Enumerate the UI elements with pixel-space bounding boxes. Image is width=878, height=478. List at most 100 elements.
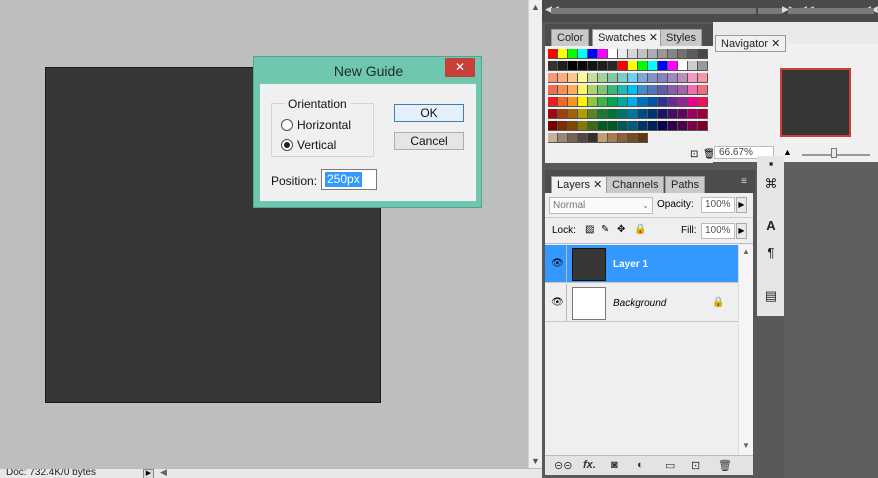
- scroll-left-icon[interactable]: ◀: [160, 469, 167, 478]
- scroll-up-icon[interactable]: ▲: [531, 2, 540, 12]
- swatch[interactable]: [628, 121, 638, 131]
- swatch[interactable]: [678, 109, 688, 119]
- swatch[interactable]: [648, 49, 658, 59]
- swatch[interactable]: [588, 133, 598, 143]
- swatch[interactable]: [658, 73, 668, 83]
- close-icon[interactable]: ✕: [771, 38, 780, 50]
- swatch[interactable]: [608, 61, 618, 71]
- link-icon[interactable]: ⊝⊝: [554, 459, 572, 472]
- swatch[interactable]: [648, 73, 658, 83]
- swatch[interactable]: [608, 133, 618, 143]
- swatch[interactable]: [648, 121, 658, 131]
- tab-layers[interactable]: Layers ✕: [551, 176, 609, 193]
- adjustment-icon[interactable]: ◐: [637, 459, 644, 471]
- swatch[interactable]: [568, 85, 578, 95]
- swatch[interactable]: [558, 97, 568, 107]
- swatch[interactable]: [598, 61, 608, 71]
- swatch[interactable]: [558, 73, 568, 83]
- swatch[interactable]: [588, 109, 598, 119]
- swatch[interactable]: [548, 85, 558, 95]
- swatch[interactable]: [678, 49, 688, 59]
- swatch[interactable]: [688, 73, 698, 83]
- swatch[interactable]: [688, 85, 698, 95]
- ok-button[interactable]: OK: [394, 104, 464, 122]
- actions-icon[interactable]: ⌘: [761, 176, 781, 194]
- swatch[interactable]: [648, 85, 658, 95]
- position-value[interactable]: 250px: [325, 172, 362, 187]
- swatch[interactable]: [548, 133, 558, 143]
- horizontal-radio[interactable]: [281, 119, 293, 131]
- type-icon[interactable]: A: [761, 218, 781, 236]
- layer-thumbnail[interactable]: [572, 287, 606, 320]
- swatch[interactable]: [628, 85, 638, 95]
- swatch[interactable]: [598, 49, 608, 59]
- vertical-label[interactable]: Vertical: [297, 138, 336, 152]
- swatch[interactable]: [628, 61, 638, 71]
- swatch[interactable]: [598, 133, 608, 143]
- swatch[interactable]: [648, 109, 658, 119]
- fill-field[interactable]: 100%: [701, 223, 735, 239]
- swatch[interactable]: [668, 61, 678, 71]
- scroll-down-icon[interactable]: ▼: [531, 456, 540, 466]
- swatch[interactable]: [608, 109, 618, 119]
- swatch[interactable]: [678, 97, 688, 107]
- swatch[interactable]: [658, 97, 668, 107]
- swatch[interactable]: [698, 85, 708, 95]
- swatch[interactable]: [618, 97, 628, 107]
- swatch[interactable]: [658, 61, 668, 71]
- swatch[interactable]: [628, 73, 638, 83]
- history-icon[interactable]: ▪: [761, 156, 781, 174]
- swatch[interactable]: [598, 97, 608, 107]
- close-icon[interactable]: ✕: [649, 32, 658, 44]
- status-menu-arrow-icon[interactable]: ▶: [143, 469, 154, 478]
- swatch[interactable]: [608, 73, 618, 83]
- swatch[interactable]: [568, 121, 578, 131]
- swatch[interactable]: [588, 49, 598, 59]
- swatch[interactable]: [628, 97, 638, 107]
- swatch[interactable]: [608, 85, 618, 95]
- layers-scrollbar[interactable]: ▲ ▼: [738, 245, 753, 463]
- fill-arrow-icon[interactable]: ▶: [736, 223, 747, 239]
- swatch[interactable]: [698, 61, 708, 71]
- swatch[interactable]: [698, 49, 708, 59]
- tab-swatches[interactable]: Swatches ✕: [592, 29, 664, 46]
- swatch[interactable]: [578, 121, 588, 131]
- scroll-up-icon[interactable]: ▲: [742, 247, 750, 256]
- scroll-down-icon[interactable]: ▼: [742, 441, 750, 450]
- swatch[interactable]: [548, 121, 558, 131]
- swatch[interactable]: [558, 85, 568, 95]
- swatch[interactable]: [548, 73, 558, 83]
- tab-color[interactable]: Color: [551, 29, 590, 46]
- swatch[interactable]: [558, 133, 568, 143]
- swatch[interactable]: [618, 85, 628, 95]
- swatch[interactable]: [548, 97, 558, 107]
- swatch[interactable]: [668, 85, 678, 95]
- layer-row[interactable]: 👁 Layer 1: [545, 245, 738, 283]
- lock-image-icon[interactable]: ✎: [601, 224, 609, 235]
- layer-name[interactable]: Background: [613, 298, 666, 309]
- swatch[interactable]: [558, 61, 568, 71]
- opacity-field[interactable]: 100%: [701, 197, 735, 213]
- swatch[interactable]: [588, 97, 598, 107]
- swatch[interactable]: [578, 109, 588, 119]
- swatch[interactable]: [608, 121, 618, 131]
- swatch[interactable]: [598, 73, 608, 83]
- swatch[interactable]: [558, 49, 568, 59]
- swatch[interactable]: [578, 133, 588, 143]
- swatch[interactable]: [668, 109, 678, 119]
- swatch[interactable]: [558, 121, 568, 131]
- swatch[interactable]: [558, 109, 568, 119]
- close-icon[interactable]: ✕: [593, 179, 602, 191]
- swatch[interactable]: [638, 85, 648, 95]
- swatch[interactable]: [578, 85, 588, 95]
- horizontal-label[interactable]: Horizontal: [297, 118, 351, 132]
- fx-icon[interactable]: fx.: [583, 459, 596, 471]
- swatch[interactable]: [678, 73, 688, 83]
- blend-mode-select[interactable]: Normal ⌄: [549, 197, 653, 214]
- swatch[interactable]: [658, 121, 668, 131]
- tab-paths[interactable]: Paths: [665, 176, 706, 193]
- panel-grip[interactable]: [758, 8, 782, 14]
- panel-grip[interactable]: [788, 8, 874, 14]
- layer-thumbnail[interactable]: [572, 248, 606, 281]
- swatch[interactable]: [588, 121, 598, 131]
